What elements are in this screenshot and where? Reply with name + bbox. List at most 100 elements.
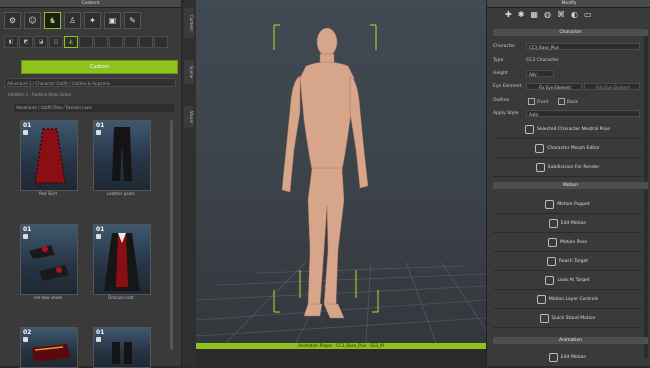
template-tab-icon[interactable]: ⚙ — [4, 12, 21, 29]
morph-icon — [535, 144, 545, 153]
action-edit-motion[interactable]: Edit Motion — [493, 215, 642, 233]
sub-icon-5[interactable]: ◭ — [64, 36, 78, 48]
camera-tab-icon[interactable]: ▭ — [584, 10, 592, 19]
animation-status: Animation Player : CC3_Base_Plus · SG3_M — [196, 343, 486, 349]
front-checkbox[interactable] — [528, 98, 535, 105]
eye-element-label: Eye Element — [493, 84, 522, 89]
sub-icon-11[interactable] — [154, 36, 168, 48]
clothes-tab-icon[interactable]: ✦ — [84, 12, 101, 29]
content-scrollbar[interactable] — [170, 120, 173, 350]
modify-panel: Modify ✚ ✱ ▦ ◍ ⌘ ◐ ▭ Character Character… — [486, 0, 650, 367]
stand-icon — [539, 314, 549, 323]
sub-icon-2[interactable]: ◩ — [19, 36, 33, 48]
action-neutral-pose[interactable]: Selected Character Neutral Pose — [493, 121, 642, 139]
apply-style-dropdown[interactable]: Auto — [526, 110, 640, 117]
avatar-tab-icon[interactable]: ☺ — [24, 12, 41, 29]
search-field[interactable]: Adventure 1 / Character Outfit / Clothes… — [4, 78, 176, 87]
sub-icon-6[interactable] — [79, 36, 93, 48]
red-skirt-image — [34, 128, 66, 184]
puppet-icon — [545, 200, 555, 209]
action-look-at[interactable]: Look At Target — [493, 272, 642, 290]
type-value: CC3 Character — [526, 58, 559, 63]
pose-tab-icon[interactable]: ✚ — [505, 10, 512, 19]
edit-motion-icon — [548, 219, 558, 228]
content-toolbar: ⚙ ☺ ♞ ♙ ✦ ▣ ✎ — [4, 12, 141, 29]
modify-toolbar: ✚ ✱ ▦ ◍ ⌘ ◐ ▭ — [505, 10, 592, 19]
apply-style-label: Apply Style — [493, 111, 519, 116]
action-quick-stand[interactable]: Quick Stand Motion — [493, 310, 642, 328]
motion-tab-icon[interactable]: ✱ — [518, 10, 525, 19]
subcategory-toolbar: ◧ ◩ ◪ ◫ ◭ — [4, 36, 168, 48]
motion-layer-icon — [536, 295, 546, 304]
outline-back-option[interactable]: Back — [556, 98, 578, 105]
animation-icon — [548, 353, 558, 362]
figure-tab-icon[interactable]: ♙ — [64, 12, 81, 29]
item-caption: red bow shoes — [33, 295, 63, 300]
sub-icon-4[interactable]: ◫ — [49, 36, 63, 48]
action-morph-editor[interactable]: Character Morph Editor — [493, 140, 642, 158]
height-label: Height — [493, 71, 508, 76]
action-motion-puppet[interactable]: Motion Puppet — [493, 196, 642, 214]
morph-tab-icon[interactable]: ⌘ — [557, 10, 565, 19]
sub-icon-1[interactable]: ◧ — [4, 36, 18, 48]
character-figure — [281, 27, 369, 319]
settings-tab-icon[interactable]: ✎ — [124, 12, 141, 29]
sub-icon-8[interactable] — [109, 36, 123, 48]
content-panel: Content ⚙ ☺ ♞ ♙ ✦ ▣ ✎ ◧ ◩ ◪ ◫ ◭ Custom A… — [0, 0, 181, 368]
animation-player-bar: Animation Player : CC3_Base_Plus · SG3_M — [196, 343, 486, 366]
side-tab-visual[interactable]: Visual — [184, 106, 194, 128]
texture-tab-icon[interactable]: ◍ — [544, 10, 551, 19]
custom-button[interactable]: Custom — [21, 60, 178, 74]
sub-icon-9[interactable] — [124, 36, 138, 48]
action-motion-layer[interactable]: Motion Layer Controls — [493, 291, 642, 309]
pants-image — [112, 127, 132, 181]
side-tab-content[interactable]: Content — [184, 8, 194, 38]
character-section-header[interactable]: Character — [493, 29, 648, 36]
action-subdivision[interactable]: Subdivision For Render — [493, 159, 642, 177]
accessory-image — [31, 344, 71, 362]
folder-path-field[interactable]: Adventure / Outfit Files / Fashion Lace — [14, 104, 174, 112]
sub-icon-3[interactable]: ◪ — [34, 36, 48, 48]
back-checkbox[interactable] — [558, 98, 565, 105]
floor-grid — [196, 261, 486, 343]
thumb-dracula-coat[interactable]: 01 — [93, 224, 151, 295]
thumb-item-6[interactable]: 01 — [93, 327, 151, 368]
content-panel-title: Content — [0, 0, 181, 8]
outline-label: Outline — [493, 98, 510, 103]
action-animation-edit[interactable]: Edit Motion — [493, 349, 642, 367]
look-at-icon — [545, 276, 555, 285]
item-caption: Leather pants — [107, 191, 135, 196]
material-tab-icon[interactable]: ▦ — [530, 10, 538, 19]
subdivision-icon — [535, 163, 545, 172]
thumb-item-5[interactable]: 02 — [20, 327, 78, 368]
image-tab-icon[interactable]: ▣ — [104, 12, 121, 29]
modify-panel-title: Modify — [487, 0, 650, 8]
sub-icon-7[interactable] — [94, 36, 108, 48]
motion-section-header[interactable]: Motion — [493, 182, 648, 189]
sub-icon-10[interactable] — [139, 36, 153, 48]
thumb-red-bow-shoes[interactable]: 01 — [20, 224, 78, 295]
motion-tab-icon[interactable]: ♞ — [44, 12, 61, 29]
outline-front-option[interactable]: Front — [526, 98, 548, 105]
boots-image — [112, 342, 132, 364]
3d-viewport[interactable] — [196, 0, 486, 343]
pose-icon — [524, 125, 534, 134]
height-field[interactable]: Adv — [526, 70, 554, 77]
light-tab-icon[interactable]: ◐ — [571, 10, 578, 19]
thumb-red-skirt[interactable]: 01 — [20, 120, 78, 191]
action-motion-pose[interactable]: Motion Pose — [493, 234, 642, 252]
character-name-label: Character — [493, 44, 516, 49]
motion-pose-icon — [547, 238, 557, 247]
type-label: Type — [493, 58, 504, 63]
fix-eye-element-button[interactable]: Fix Eye Element — [526, 83, 582, 90]
breadcrumb: Addition 1 · Fashion Style Dress — [8, 92, 72, 97]
thumb-leather-pants[interactable]: 01 — [93, 120, 151, 191]
animation-section-header[interactable]: Animation — [493, 337, 648, 344]
modify-scrollbar[interactable] — [644, 28, 648, 358]
shoes-image — [29, 245, 69, 281]
character-name-field[interactable]: CC3_Base_Plus — [526, 43, 640, 50]
side-tab-scene[interactable]: Scene — [184, 60, 194, 84]
item-caption: Red Skirt — [38, 191, 58, 196]
action-reach-target[interactable]: Reach Target — [493, 253, 642, 271]
add-eye-element-button[interactable]: Add Eye Element — [584, 83, 640, 90]
